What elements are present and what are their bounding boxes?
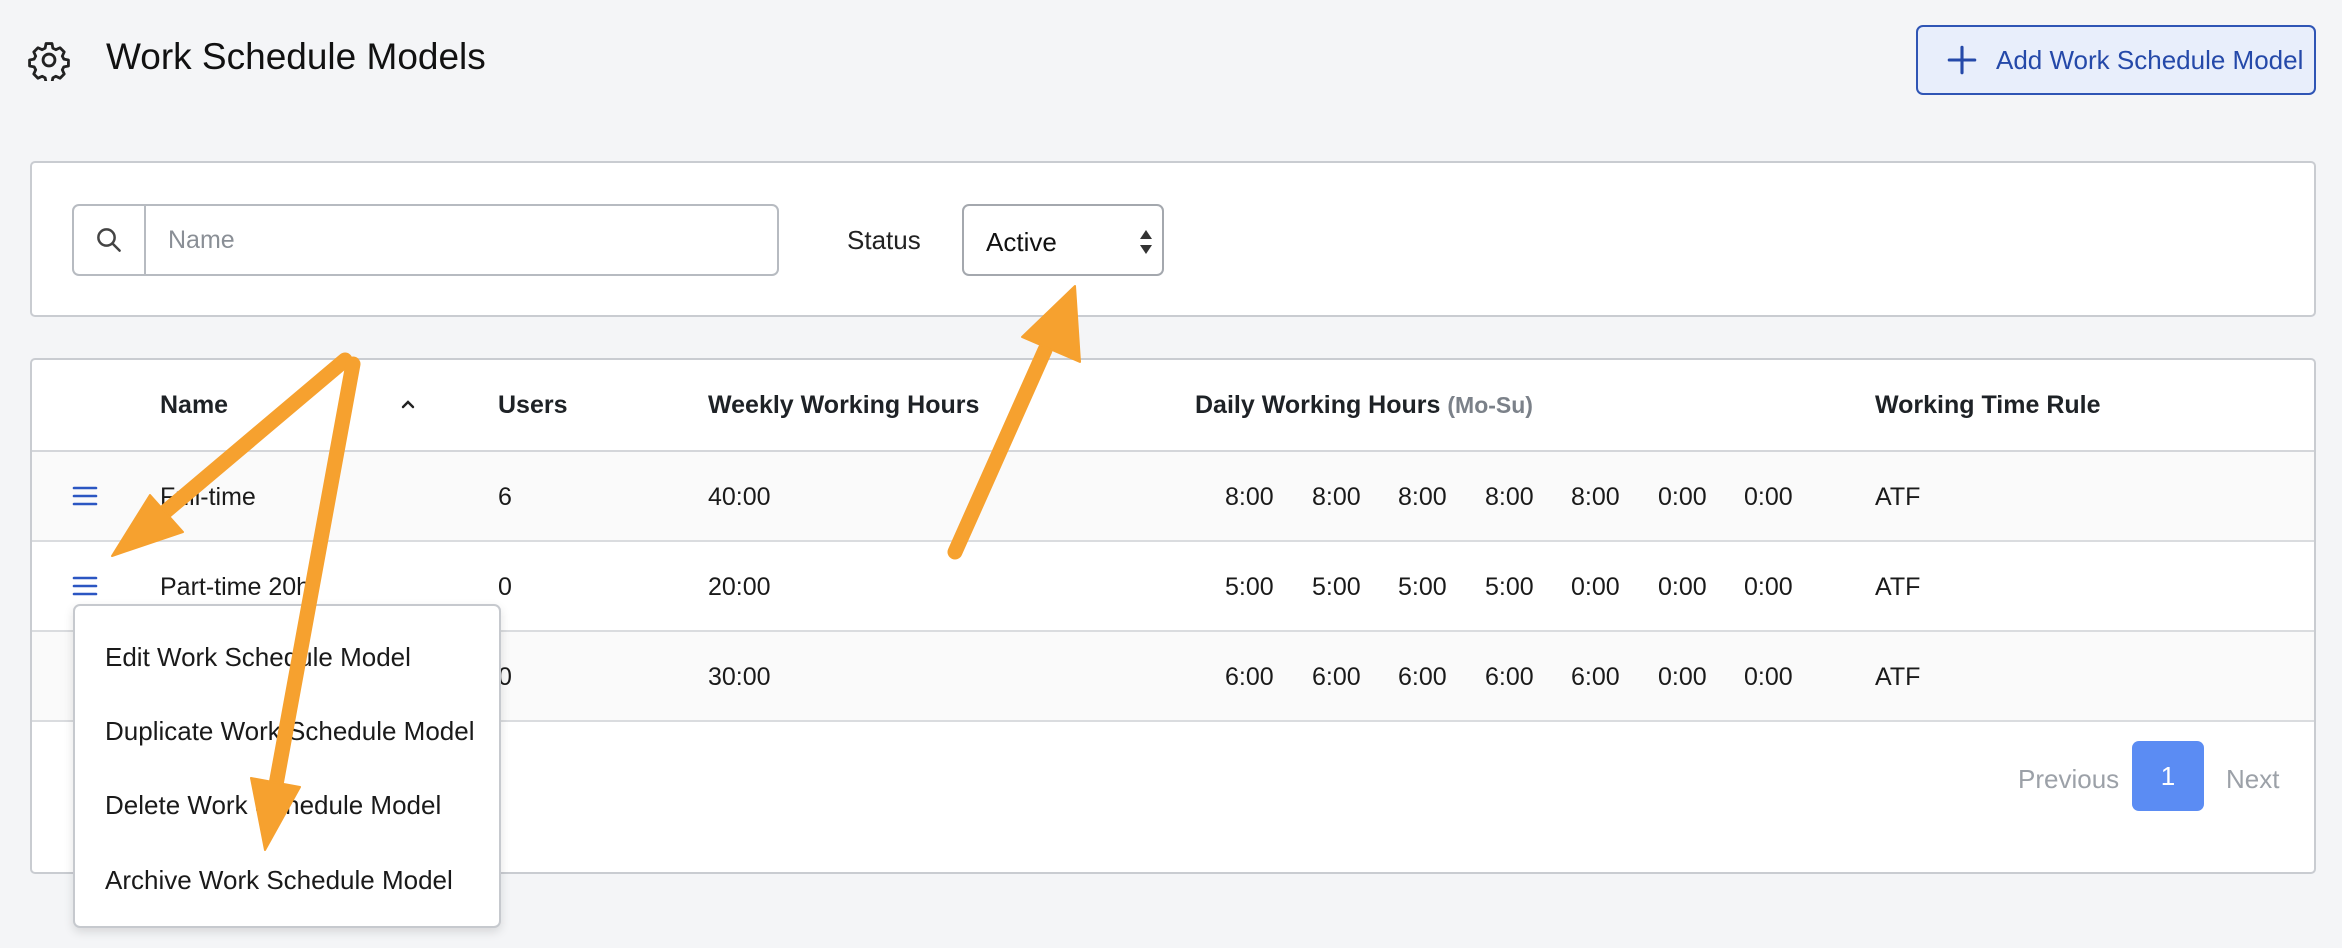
row-daily-sa: 0:00 [1658,483,1707,511]
daily-header-label: Daily Working Hours [1195,391,1441,419]
status-selected-value: Active [986,227,1057,257]
page-title: Work Schedule Models [106,36,486,77]
page-header: Work Schedule Models Add Work Schedule M… [0,0,2342,120]
row-daily-su: 0:00 [1744,483,1793,511]
row-rule: ATF [1875,663,1921,691]
row-daily-fr: 8:00 [1571,483,1620,511]
status-label: Status [847,225,921,255]
menu-item-edit[interactable]: Edit Work Schedule Model [105,642,411,673]
search-addon [74,206,146,274]
column-header-daily: Daily Working Hours (Mo-Su) [1195,391,1533,420]
row-rule: ATF [1875,573,1921,601]
table-header: Name Users Weekly Working Hours Daily Wo… [32,360,2314,452]
plus-icon [1947,45,1977,75]
row-daily-th: 5:00 [1485,573,1534,601]
row-daily-we: 6:00 [1398,663,1447,691]
row-menu-icon[interactable] [72,575,98,597]
row-menu-icon[interactable] [72,485,98,507]
row-daily-we: 8:00 [1398,483,1447,511]
row-daily-th: 8:00 [1485,483,1534,511]
row-daily-we: 5:00 [1398,573,1447,601]
row-daily-su: 0:00 [1744,663,1793,691]
row-actions-menu: Edit Work Schedule Model Duplicate Work … [73,604,501,928]
row-daily-tu: 8:00 [1312,483,1361,511]
row-daily-sa: 0:00 [1658,663,1707,691]
select-arrows-icon [1140,230,1152,254]
row-daily-fr: 0:00 [1571,573,1620,601]
add-work-schedule-model-button[interactable]: Add Work Schedule Model [1916,25,2316,95]
menu-item-duplicate[interactable]: Duplicate Work Schedule Model [105,716,474,747]
sort-ascending-icon[interactable] [400,397,416,411]
row-weekly-hours: 20:00 [708,573,771,601]
pagination-previous[interactable]: Previous [2018,764,2119,795]
column-header-rule: Working Time Rule [1875,391,2101,419]
daily-header-hint: (Mo-Su) [1447,392,1533,418]
gear-icon[interactable] [28,39,70,81]
row-weekly-hours: 30:00 [708,663,771,691]
row-name[interactable]: Part-time 20h [160,573,310,602]
row-daily-sa: 0:00 [1658,573,1707,601]
pagination-page-current[interactable]: 1 [2132,741,2204,811]
search-field [72,204,779,276]
row-daily-su: 0:00 [1744,573,1793,601]
row-daily-th: 6:00 [1485,663,1534,691]
row-name[interactable]: Full-time [160,483,256,512]
add-button-label: Add Work Schedule Model [1996,44,2304,75]
row-daily-mo: 8:00 [1225,483,1274,511]
search-input[interactable] [146,206,775,274]
row-rule: ATF [1875,483,1921,511]
row-daily-tu: 6:00 [1312,663,1361,691]
pagination-next[interactable]: Next [2226,764,2279,795]
status-select[interactable]: Active [962,204,1164,276]
row-daily-tu: 5:00 [1312,573,1361,601]
row-weekly-hours: 40:00 [708,483,771,511]
row-users: 0 [498,573,512,601]
row-daily-mo: 5:00 [1225,573,1274,601]
filter-panel: Status Active [30,161,2316,317]
column-header-name[interactable]: Name [160,391,228,420]
menu-item-delete[interactable]: Delete Work Schedule Model [105,790,441,821]
search-icon [97,228,121,252]
column-header-weekly: Weekly Working Hours [708,391,980,419]
column-header-users: Users [498,391,568,419]
table-row: Full-time 6 40:00 8:00 8:00 8:00 8:00 8:… [32,452,2314,542]
menu-item-archive[interactable]: Archive Work Schedule Model [105,865,453,896]
row-daily-fr: 6:00 [1571,663,1620,691]
row-daily-mo: 6:00 [1225,663,1274,691]
row-users: 6 [498,483,512,511]
